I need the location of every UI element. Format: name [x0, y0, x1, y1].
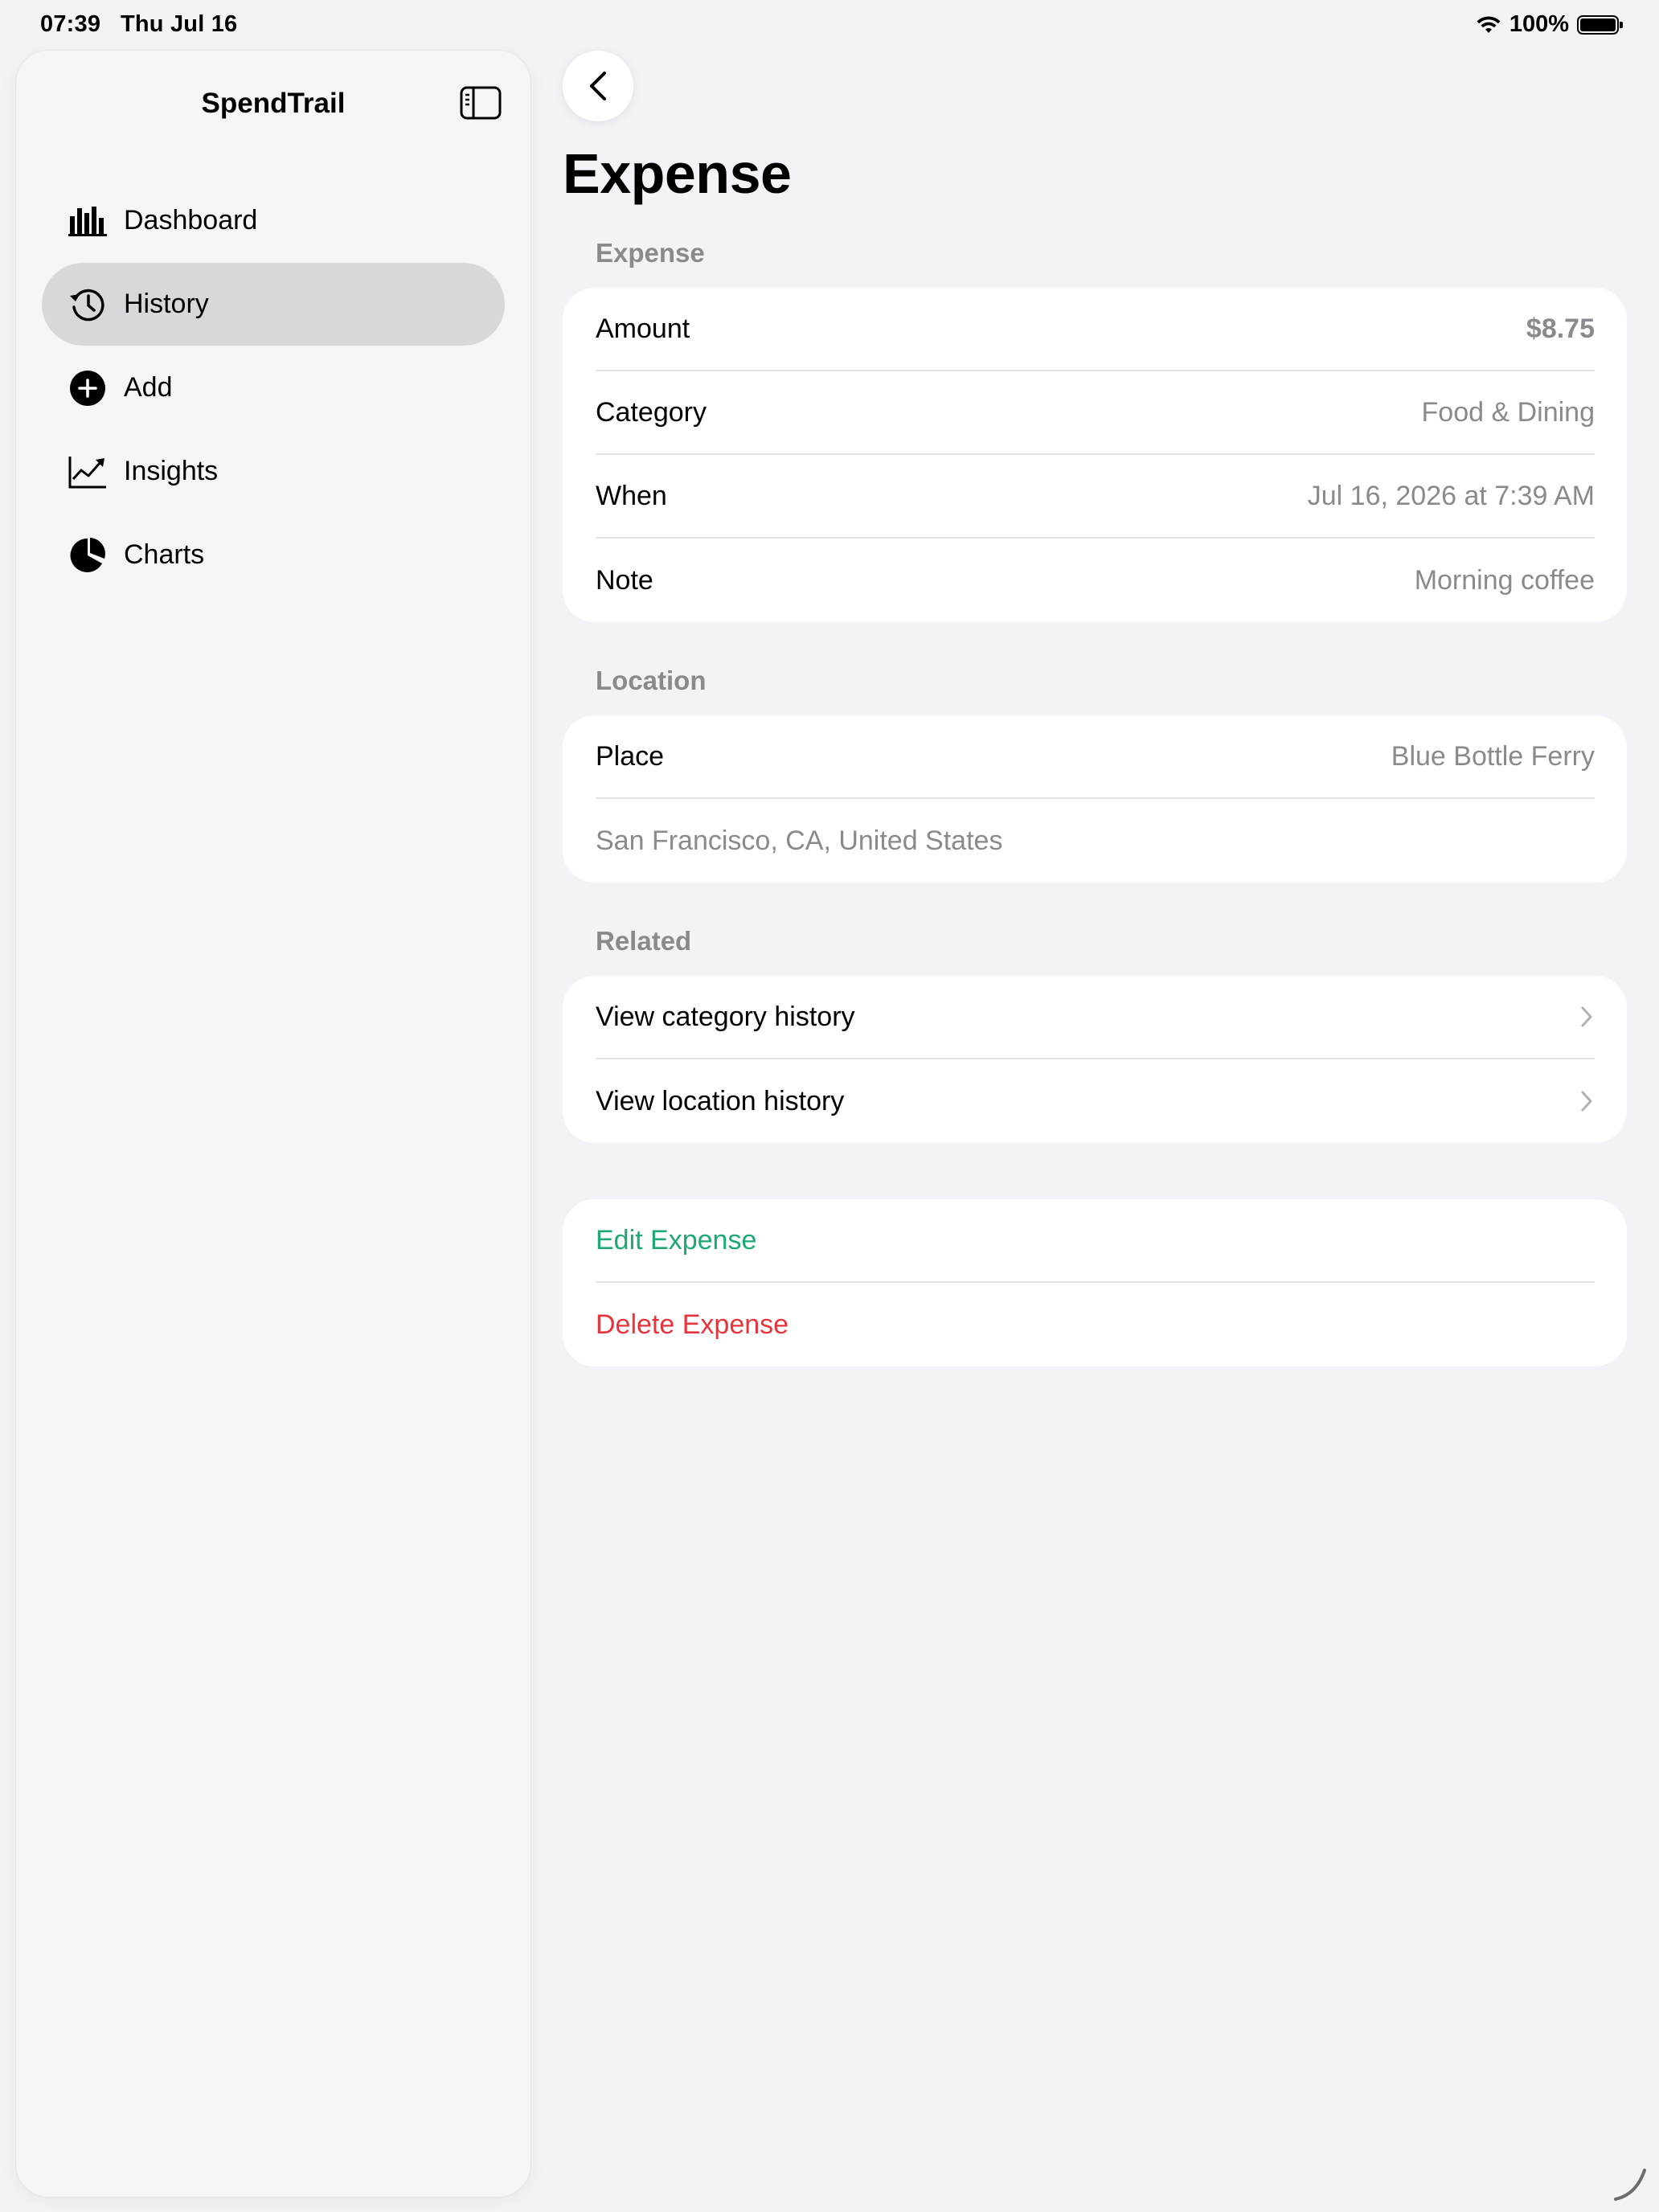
row-label: Place: [596, 740, 665, 772]
amount-row: Amount $8.75: [596, 288, 1595, 371]
sidebar-item-label: Add: [124, 372, 173, 403]
actions-card: Edit Expense Delete Expense: [563, 1199, 1627, 1366]
sidebar-item-label: Dashboard: [124, 205, 258, 236]
status-date-text: Thu Jul 16: [120, 11, 238, 37]
view-category-history-link[interactable]: View category history: [596, 976, 1595, 1059]
view-location-history-link[interactable]: View location history: [596, 1059, 1595, 1143]
row-label: When: [596, 480, 667, 511]
sidebar-item-label: History: [124, 289, 209, 319]
sidebar: SpendTrail Dashboard History Add Insight…: [16, 51, 530, 2197]
row-label: Category: [596, 396, 707, 428]
category-row: Category Food & Dining: [596, 371, 1595, 455]
address-text: San Francisco, CA, United States: [596, 825, 1003, 856]
sidebar-toggle-icon[interactable]: [460, 86, 502, 120]
section-header-expense: Expense: [596, 238, 705, 268]
plus-circle-icon: [68, 368, 108, 408]
sidebar-item-add[interactable]: Add: [42, 346, 505, 429]
location-card: Place Blue Bottle Ferry San Francisco, C…: [563, 715, 1627, 883]
edit-expense-button[interactable]: Edit Expense: [596, 1199, 1595, 1283]
row-label: Amount: [596, 313, 690, 344]
resize-handle-icon[interactable]: [1609, 2164, 1649, 2204]
when-row: When Jul 16, 2026 at 7:39 AM: [596, 455, 1595, 539]
delete-expense-button[interactable]: Delete Expense: [596, 1283, 1595, 1366]
amount-value: $8.75: [1526, 313, 1595, 344]
row-label: View category history: [596, 1001, 855, 1032]
address-row: San Francisco, CA, United States: [596, 799, 1595, 883]
pie-chart-icon: [68, 535, 108, 576]
sidebar-item-charts[interactable]: Charts: [42, 514, 505, 596]
status-time: 07:39 Thu Jul 16: [40, 11, 237, 38]
delete-expense-label: Delete Expense: [596, 1309, 789, 1340]
section-header-related: Related: [596, 926, 692, 956]
back-button[interactable]: [563, 51, 633, 121]
sidebar-item-label: Charts: [124, 539, 205, 570]
sidebar-item-history[interactable]: History: [42, 263, 505, 346]
sidebar-nav: Dashboard History Add Insights Charts: [42, 179, 505, 597]
row-label: Note: [596, 564, 653, 596]
sidebar-title: SpendTrail: [201, 88, 346, 119]
page-title: Expense: [563, 142, 792, 205]
wifi-icon: [1477, 15, 1501, 33]
note-row: Note Morning coffee: [596, 539, 1595, 622]
clock-history-icon: [68, 285, 108, 325]
expense-card: Amount $8.75 Category Food & Dining When…: [563, 288, 1627, 622]
row-label: View location history: [596, 1085, 845, 1116]
when-value: Jul 16, 2026 at 7:39 AM: [1307, 480, 1595, 511]
place-value: Blue Bottle Ferry: [1391, 740, 1595, 772]
status-time-text: 07:39: [40, 11, 101, 37]
battery-icon: [1577, 14, 1623, 35]
related-card: View category history View location hist…: [563, 976, 1627, 1143]
chevron-right-icon: [1581, 1006, 1592, 1027]
sidebar-item-label: Insights: [124, 456, 219, 486]
sidebar-item-dashboard[interactable]: Dashboard: [42, 179, 505, 262]
edit-expense-label: Edit Expense: [596, 1224, 757, 1256]
chevron-right-icon: [1581, 1091, 1592, 1112]
bar-chart-icon: [68, 201, 108, 241]
line-chart-icon: [68, 452, 108, 492]
status-right: 100%: [1476, 11, 1623, 38]
category-value: Food & Dining: [1421, 396, 1595, 428]
note-value: Morning coffee: [1414, 564, 1595, 596]
battery-percent: 100%: [1509, 11, 1569, 37]
section-header-location: Location: [596, 666, 707, 695]
place-row: Place Blue Bottle Ferry: [596, 715, 1595, 799]
chevron-left-icon: [590, 72, 606, 100]
sidebar-item-insights[interactable]: Insights: [42, 430, 505, 513]
